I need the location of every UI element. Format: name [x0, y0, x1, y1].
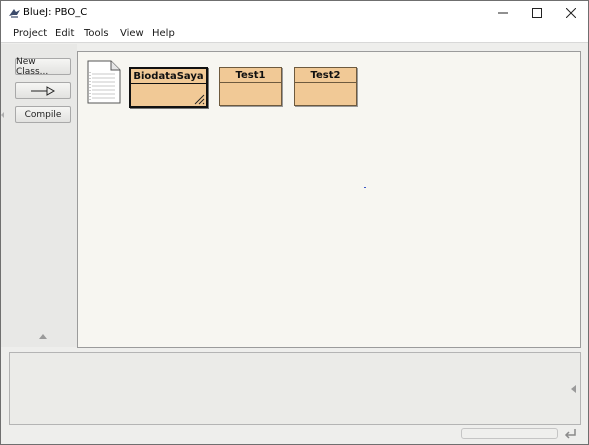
class-body	[295, 83, 356, 105]
class-biodatasaya[interactable]: BiodataSaya	[129, 67, 208, 108]
class-name: Test2	[295, 68, 356, 83]
class-diagram[interactable]: BiodataSaya Test1 Test2	[77, 51, 581, 348]
minimize-icon	[498, 12, 508, 14]
menu-project[interactable]: Project	[13, 28, 47, 39]
menu-edit[interactable]: Edit	[55, 28, 74, 39]
new-class-button[interactable]: New Class...	[15, 57, 71, 77]
menu-tools[interactable]: Tools	[84, 28, 109, 39]
maximize-button[interactable]	[520, 1, 554, 25]
window-title: BlueJ: PBO_C	[23, 7, 88, 18]
resize-handle-icon[interactable]	[194, 94, 205, 105]
message-pane	[9, 352, 581, 425]
expand-up-icon[interactable]	[39, 334, 47, 339]
compile-button[interactable]: Compile	[15, 106, 71, 123]
progress-bar	[461, 428, 558, 439]
maximize-icon	[532, 8, 542, 18]
status-bar	[1, 425, 588, 444]
class-test1[interactable]: Test1	[219, 67, 282, 106]
class-name: BiodataSaya	[131, 69, 206, 84]
bluej-window: BlueJ: PBO_C Project Edit Tools View Hel…	[0, 0, 589, 445]
uses-arrow-icon	[31, 85, 56, 96]
left-toolbar: New Class... Compile	[1, 44, 77, 347]
expand-left-icon[interactable]	[571, 385, 576, 393]
menu-bar: Project Edit Tools View Help	[1, 25, 588, 43]
title-bar: BlueJ: PBO_C	[1, 1, 588, 25]
class-name: Test1	[220, 68, 281, 83]
close-icon	[566, 8, 576, 18]
splitter-handle[interactable]	[1, 112, 4, 118]
menu-help[interactable]: Help	[152, 28, 175, 39]
close-button[interactable]	[554, 1, 588, 25]
class-body	[131, 84, 206, 106]
class-body	[220, 83, 281, 105]
uses-arrow-button[interactable]	[15, 82, 71, 99]
minimize-button[interactable]	[486, 1, 520, 25]
return-arrow-icon[interactable]	[563, 427, 577, 441]
menu-view[interactable]: View	[120, 28, 144, 39]
cursor-dot	[364, 187, 366, 188]
bluej-bird-icon	[9, 9, 20, 18]
class-test2[interactable]: Test2	[294, 67, 357, 106]
readme-document-icon[interactable]	[87, 60, 121, 104]
